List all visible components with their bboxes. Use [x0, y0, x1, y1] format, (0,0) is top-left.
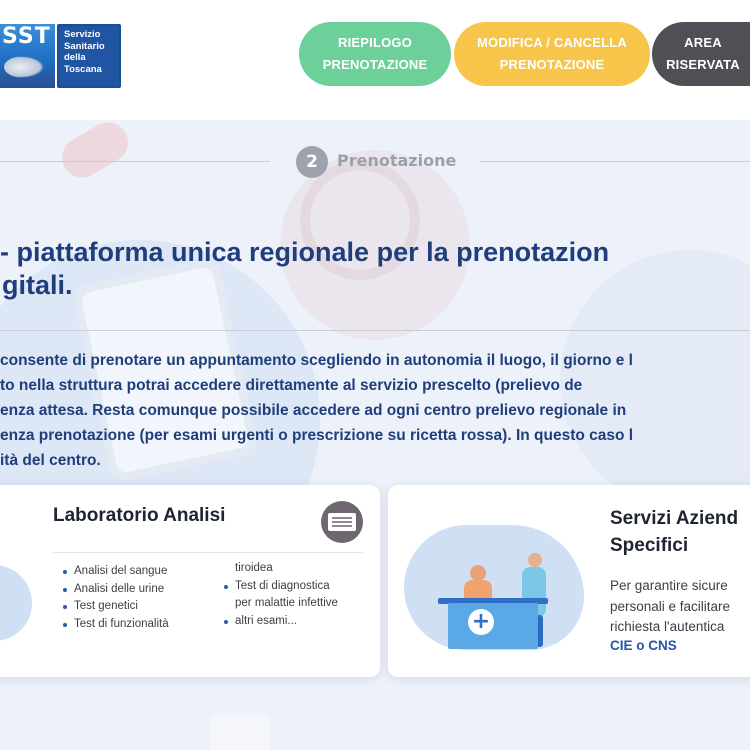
site-header: SST Servizio Sanitario della Toscana RIE…: [0, 0, 750, 120]
stepper-line: [480, 161, 750, 162]
exam-list: Analisi del sangue Analisi delle urine T…: [62, 563, 169, 634]
paragraph-line: to nella struttura potrai accedere diret…: [0, 377, 583, 394]
button-label-line: RIEPILOGO: [337, 35, 413, 50]
laboratorio-analisi-card[interactable]: Laboratorio Analisi Analisi del sangue A…: [0, 485, 380, 677]
divider: [0, 330, 750, 331]
button-label-line: AREA: [684, 35, 722, 50]
list-item: Test di diagnostica: [223, 578, 338, 596]
intro-paragraph: consente di prenotare un appuntamento sc…: [0, 348, 750, 473]
card-illustration: [0, 565, 32, 641]
title-line: gitali.: [2, 270, 73, 300]
card-description: Per garantire sicure personali e facilit…: [610, 576, 730, 638]
paragraph-line: ità del centro.: [0, 452, 101, 469]
step-number-badge: 2: [296, 146, 328, 178]
logo-bird-icon: [4, 56, 44, 78]
step-label: Prenotazione: [337, 151, 457, 170]
paragraph-line: consente di prenotare un appuntamento sc…: [0, 352, 633, 369]
exam-list: tiroidea Test di diagnostica per malatti…: [223, 560, 338, 631]
logo-mark-text: SST: [2, 24, 51, 49]
cie-cns-link[interactable]: CIE o CNS: [610, 638, 677, 653]
modifica-cancella-prenotazione-button[interactable]: MODIFICA / CANCELLA PRENOTAZIONE: [454, 22, 650, 86]
button-label-line: MODIFICA / CANCELLA: [477, 35, 627, 50]
text-line: personali e facilitare: [610, 598, 731, 614]
title-line: - piattaforma unica regionale per la pre…: [0, 237, 610, 267]
text-line: richiesta l'autentica: [610, 619, 725, 634]
paragraph-line: enza attesa. Resta comunque possibile ac…: [0, 402, 627, 419]
document-card-icon: [321, 501, 363, 543]
logo-emblem[interactable]: SST: [0, 24, 55, 88]
list-item: Analisi delle urine: [62, 581, 169, 599]
logo-line: Sanitario: [64, 40, 105, 52]
title-line: Servizi Aziend: [610, 508, 739, 529]
background-decoration: [210, 715, 270, 750]
title-line: Specifici: [610, 535, 689, 556]
riepilogo-prenotazione-button[interactable]: RIEPILOGO PRENOTAZIONE: [299, 22, 451, 86]
stepper-line: [0, 161, 270, 162]
hero-section: 2 Prenotazione - piattaforma unica regio…: [0, 120, 750, 750]
text-line: Per garantire sicure: [610, 578, 728, 593]
card-title: Servizi Aziend Specifici: [610, 505, 738, 559]
card-divider: [53, 552, 363, 553]
card-title: Laboratorio Analisi: [53, 505, 226, 526]
button-label-line: RISERVATA: [666, 57, 740, 72]
plus-icon: +: [468, 609, 494, 635]
logo-line: della: [64, 52, 86, 63]
logo-line: Toscana: [64, 63, 102, 75]
servizi-aziendali-card[interactable]: + Servizi Aziend Specifici Per garantire…: [388, 485, 750, 677]
reception-illustration: +: [404, 525, 594, 655]
logo-org-name[interactable]: Servizio Sanitario della Toscana: [57, 24, 121, 88]
list-item: Test di funzionalità: [62, 616, 169, 634]
list-item: Test genetici: [62, 598, 169, 616]
page-title: - piattaforma unica regionale per la pre…: [0, 236, 750, 302]
list-item: Analisi del sangue: [62, 563, 169, 581]
area-riservata-button[interactable]: AREA RISERVATA: [652, 22, 750, 86]
button-label-line: PRENOTAZIONE: [499, 57, 605, 72]
list-item: altri esami...: [223, 613, 338, 631]
button-label-line: PRENOTAZIONE: [322, 57, 428, 72]
list-item: per malattie infettive: [235, 597, 338, 610]
logo-line: Servizio: [64, 29, 101, 40]
list-item: tiroidea: [235, 562, 273, 574]
paragraph-line: enza prenotazione (per esami urgenti o p…: [0, 427, 634, 444]
